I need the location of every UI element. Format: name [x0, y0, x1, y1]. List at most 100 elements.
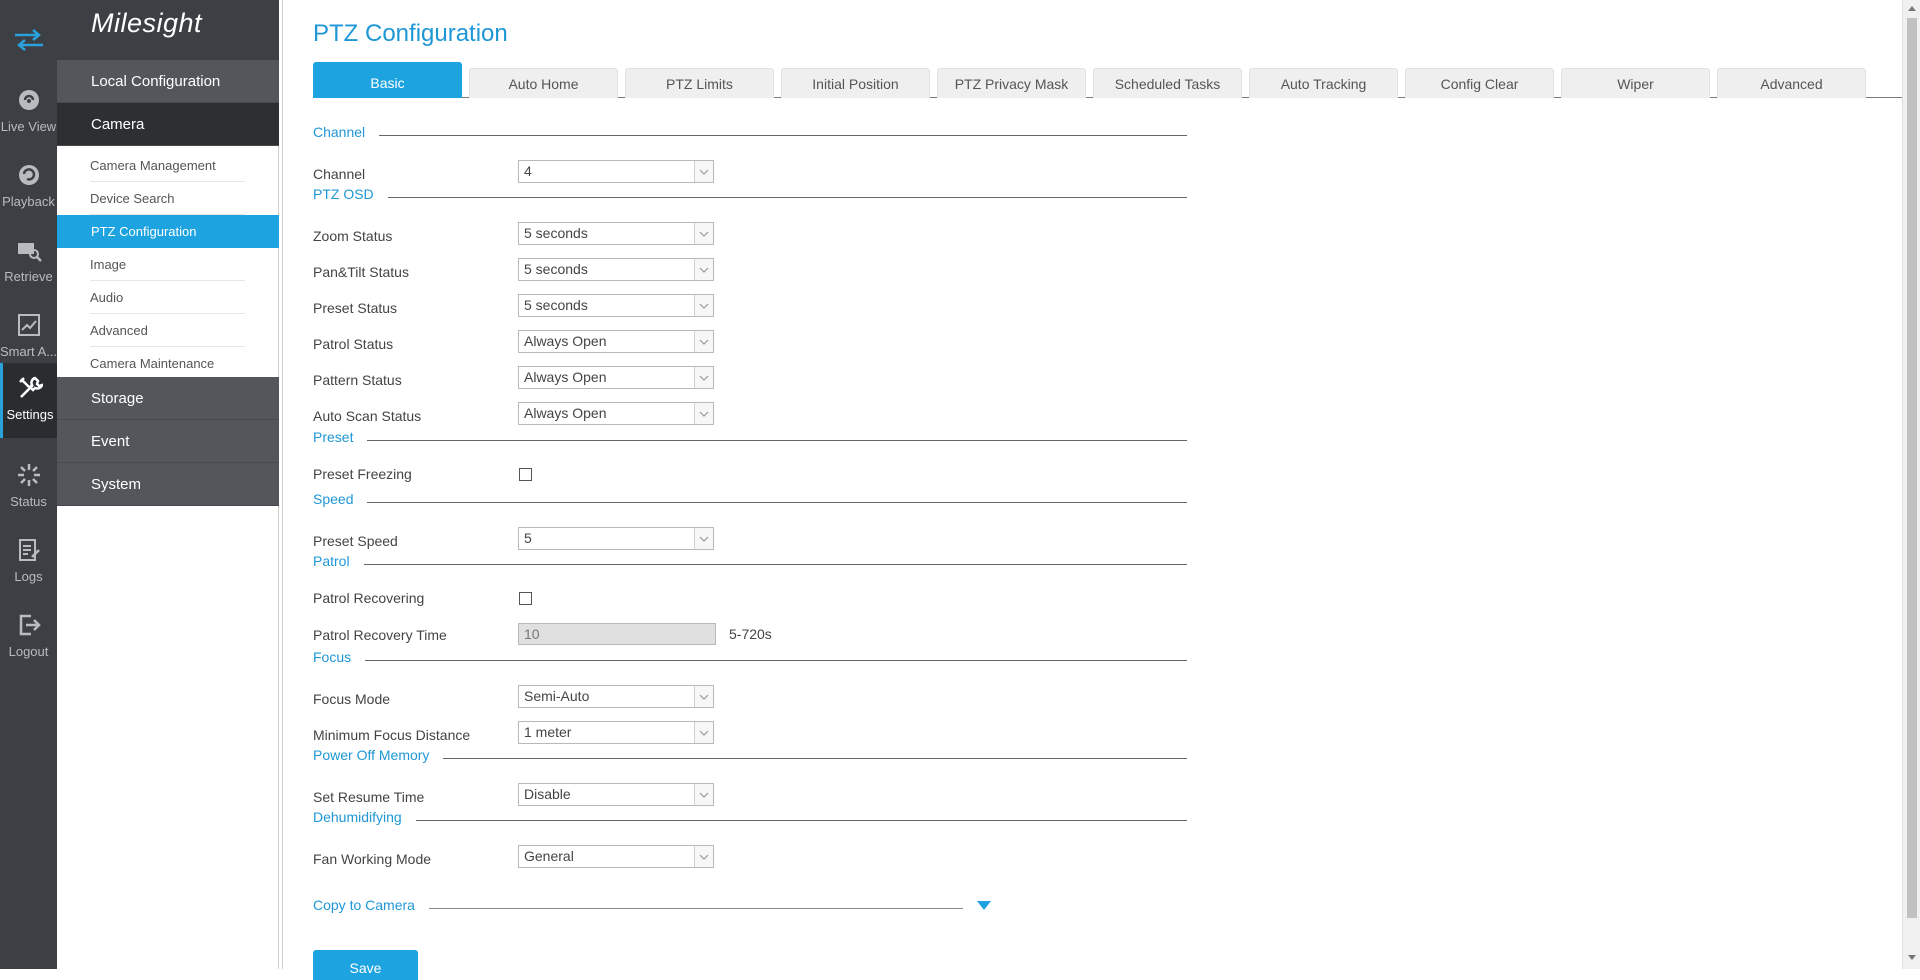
tab-initial-position[interactable]: Initial Position	[781, 68, 930, 98]
rail-settings[interactable]: Settings	[0, 363, 57, 438]
patrol-recovering-checkbox[interactable]	[519, 592, 532, 605]
switch-arrows-icon[interactable]	[0, 18, 57, 62]
section-title: Power Off Memory	[313, 747, 444, 763]
patrol-recovering-label: Patrol Recovering	[313, 590, 425, 606]
vertical-scrollbar[interactable]	[1902, 0, 1920, 969]
rail-retrieve[interactable]: Retrieve	[0, 225, 57, 300]
select-value: Always Open	[524, 369, 607, 385]
rail-label: Logs	[14, 569, 43, 584]
select-value: Always Open	[524, 333, 607, 349]
preset-status-label: Preset Status	[313, 300, 398, 316]
tab-ptz-limits[interactable]: PTZ Limits	[625, 68, 774, 98]
menu-event[interactable]: Event	[57, 420, 279, 463]
auto-scan-status-select[interactable]: Always Open	[518, 402, 714, 425]
preset-speed-label: Preset Speed	[313, 533, 398, 549]
section-title: Channel	[313, 124, 380, 140]
chevron-down-icon	[694, 686, 713, 707]
fan-working-mode-select[interactable]: General	[518, 845, 714, 868]
channel-select[interactable]: 4	[518, 160, 714, 183]
chevron-down-icon	[694, 331, 713, 352]
select-value: Semi-Auto	[524, 688, 590, 704]
rail-label: Settings	[6, 407, 54, 422]
set-resume-time-select[interactable]: Disable	[518, 783, 714, 806]
smart-analysis-icon	[17, 314, 40, 336]
playback-icon	[18, 165, 39, 185]
tab-scheduled-tasks[interactable]: Scheduled Tasks	[1093, 68, 1242, 98]
section-title: Patrol	[313, 553, 364, 569]
zoom-status-label: Zoom Status	[313, 228, 393, 244]
rail-status[interactable]: Status	[0, 450, 57, 525]
set-resume-time-label: Set Resume Time	[313, 789, 425, 805]
rail-logout[interactable]: Logout	[0, 600, 57, 675]
menu-device-search[interactable]: Device Search	[90, 182, 245, 215]
rail-logs[interactable]: Logs	[0, 525, 57, 600]
tab-wiper[interactable]: Wiper	[1561, 68, 1710, 98]
section-focus: Focus	[313, 649, 1187, 669]
select-value: General	[524, 848, 574, 864]
chevron-down-icon	[694, 367, 713, 388]
pantilt-status-select[interactable]: 5 seconds	[518, 258, 714, 281]
tab-basic[interactable]: Basic	[313, 62, 462, 98]
section-channel: Channel	[313, 124, 1187, 144]
section-title: Focus	[313, 649, 366, 665]
focus-mode-select[interactable]: Semi-Auto	[518, 685, 714, 708]
menu-camera-management[interactable]: Camera Management	[90, 149, 245, 182]
save-button[interactable]: Save	[313, 950, 418, 980]
rail-playback[interactable]: Playback	[0, 150, 57, 225]
rail-live-view[interactable]: Live View	[0, 75, 57, 150]
menu-image[interactable]: Image	[90, 248, 245, 281]
tab-auto-tracking[interactable]: Auto Tracking	[1249, 68, 1398, 98]
chevron-down-icon	[694, 722, 713, 743]
preset-status-select[interactable]: 5 seconds	[518, 294, 714, 317]
preset-freezing-checkbox[interactable]	[519, 468, 532, 481]
menu-advanced[interactable]: Advanced	[90, 314, 245, 347]
preset-speed-select[interactable]: 5	[518, 527, 714, 550]
section-patrol: Patrol	[313, 553, 1187, 573]
select-value: Disable	[524, 786, 571, 802]
copy-to-camera-label[interactable]: Copy to Camera	[313, 897, 429, 913]
section-dehumidifying: Dehumidifying	[313, 809, 1187, 829]
menu-system[interactable]: System	[57, 463, 279, 506]
section-speed: Speed	[313, 491, 1187, 511]
pantilt-status-label: Pan&Tilt Status	[313, 264, 409, 280]
scroll-thumb[interactable]	[1907, 18, 1917, 918]
pattern-status-select[interactable]: Always Open	[518, 366, 714, 389]
copy-to-camera[interactable]: Copy to Camera	[313, 897, 993, 917]
select-value: 5 seconds	[524, 297, 588, 313]
menu-ptz-configuration[interactable]: PTZ Configuration	[57, 215, 279, 248]
main-content: PTZ Configuration Basic Auto Home PTZ Li…	[282, 0, 1907, 980]
menu-storage[interactable]: Storage	[57, 377, 279, 420]
navigation-rail: Live View Playback Retrieve Smart A... S…	[0, 0, 57, 969]
menu-local-configuration[interactable]: Local Configuration	[57, 60, 279, 103]
chevron-down-icon	[694, 161, 713, 182]
menu-camera[interactable]: Camera	[57, 103, 279, 146]
section-title: PTZ OSD	[313, 186, 388, 202]
chevron-down-icon	[694, 846, 713, 867]
min-focus-distance-label: Minimum Focus Distance	[313, 727, 471, 743]
scroll-up-icon[interactable]	[1908, 6, 1916, 11]
select-value: 1 meter	[524, 724, 572, 740]
page-title: PTZ Configuration	[313, 20, 508, 47]
tab-ptz-privacy-mask[interactable]: PTZ Privacy Mask	[937, 68, 1086, 98]
focus-mode-label: Focus Mode	[313, 691, 391, 707]
min-focus-distance-select[interactable]: 1 meter	[518, 721, 714, 744]
channel-label: Channel	[313, 166, 366, 182]
zoom-status-select[interactable]: 5 seconds	[518, 222, 714, 245]
section-title: Speed	[313, 491, 368, 507]
rail-label: Smart A...	[0, 344, 57, 359]
menu-camera-maintenance[interactable]: Camera Maintenance	[90, 347, 245, 380]
section-title: Dehumidifying	[313, 809, 416, 825]
tab-auto-home[interactable]: Auto Home	[469, 68, 618, 98]
select-value: Always Open	[524, 405, 607, 421]
patrol-recovery-time-input[interactable]: 10	[518, 623, 716, 645]
rail-label: Retrieve	[4, 269, 53, 284]
patrol-status-select[interactable]: Always Open	[518, 330, 714, 353]
menu-audio[interactable]: Audio	[90, 281, 245, 314]
brand-name: Milesight	[91, 8, 203, 38]
expand-triangle-icon[interactable]	[977, 901, 991, 910]
rail-label: Playback	[2, 194, 55, 209]
scroll-down-icon[interactable]	[1908, 955, 1916, 960]
chevron-down-icon	[694, 223, 713, 244]
tab-config-clear[interactable]: Config Clear	[1405, 68, 1554, 98]
tab-advanced[interactable]: Advanced	[1717, 68, 1866, 98]
